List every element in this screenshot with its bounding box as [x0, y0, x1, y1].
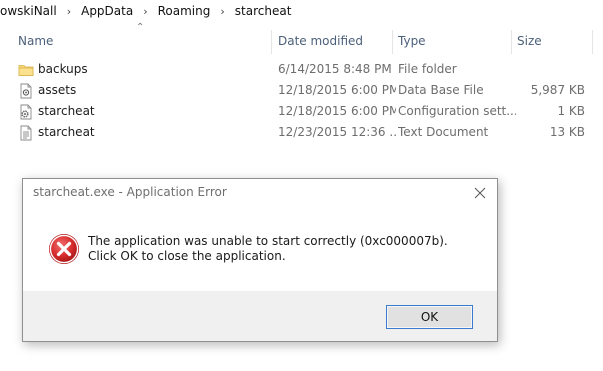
column-divider[interactable] [592, 30, 593, 54]
column-header-name[interactable]: Name [13, 32, 271, 52]
file-type: Data Base File [398, 83, 484, 97]
text-file-icon [20, 125, 32, 141]
column-header-size[interactable]: Size [512, 32, 592, 52]
breadcrumb-item-starcheat[interactable]: starcheat [232, 4, 295, 18]
file-size: 1 KB [557, 104, 585, 118]
file-date: 12/23/2015 12:36 ... [278, 125, 396, 139]
breadcrumb-item-appdata[interactable]: AppData [78, 4, 136, 18]
file-size [512, 59, 585, 80]
file-date: 12/18/2015 6:00 PM [278, 83, 396, 97]
file-row-assets[interactable]: assets 12/18/2015 6:00 PM Data Base File… [14, 80, 603, 101]
dialog-footer: OK [23, 291, 497, 341]
file-row-backups[interactable]: backups 6/14/2015 8:48 PM File folder [14, 59, 603, 80]
file-size: 13 KB [549, 125, 585, 139]
folder-icon [18, 65, 34, 76]
file-row-starcheat-text[interactable]: starcheat 12/23/2015 12:36 ... Text Docu… [14, 122, 603, 143]
file-name: assets [38, 83, 77, 97]
config-file-icon [20, 104, 32, 120]
address-breadcrumb: owskiNall › AppData › Roaming › starchea… [0, 0, 603, 22]
file-name: starcheat [38, 125, 95, 139]
column-divider[interactable] [271, 30, 272, 54]
breadcrumb-item-roaming[interactable]: Roaming [155, 4, 214, 18]
breadcrumb-separator-icon[interactable]: › [60, 5, 78, 18]
close-icon [474, 187, 486, 199]
database-file-icon [20, 83, 32, 99]
application-error-dialog: starcheat.exe - Application Error The ap… [22, 178, 498, 342]
file-date: 6/14/2015 8:48 PM [278, 62, 392, 76]
breadcrumb-item-user[interactable]: owskiNall [0, 4, 60, 18]
column-header-date[interactable]: Date modified [273, 32, 391, 52]
file-date: 12/18/2015 6:00 PM [278, 104, 396, 118]
breadcrumb-separator-icon[interactable]: › [213, 5, 231, 18]
breadcrumb-separator-icon[interactable]: › [136, 5, 154, 18]
column-header-type[interactable]: Type [393, 32, 511, 52]
ok-button[interactable]: OK [386, 305, 473, 329]
file-name: backups [38, 62, 88, 76]
dialog-title: starcheat.exe - Application Error [33, 185, 227, 199]
dialog-message: The application was unable to start corr… [88, 234, 448, 263]
close-button[interactable] [463, 179, 497, 207]
error-icon [49, 234, 79, 264]
file-type: Configuration sett... [398, 104, 516, 118]
file-row-starcheat-config[interactable]: starcheat 12/18/2015 6:00 PM Configurati… [14, 101, 603, 122]
file-name: starcheat [38, 104, 95, 118]
file-size: 5,987 KB [530, 83, 585, 97]
file-type: Text Document [398, 125, 489, 139]
file-type: File folder [398, 62, 457, 76]
